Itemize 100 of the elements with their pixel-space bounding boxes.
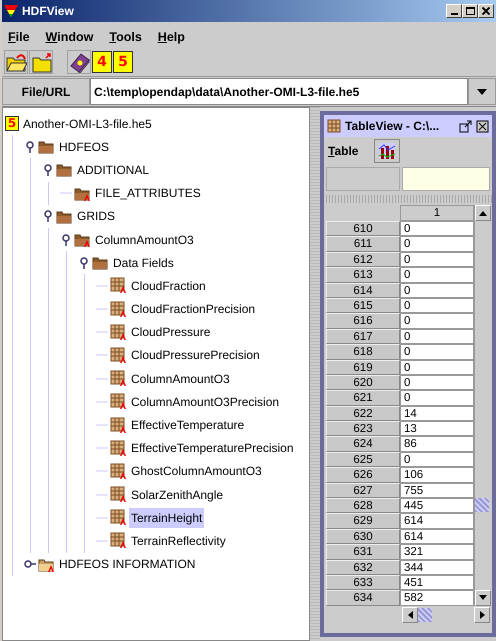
- row-header: 617: [326, 328, 400, 344]
- row-header: 612: [326, 252, 400, 268]
- menu-item[interactable]: Window: [46, 28, 94, 46]
- tree-item[interactable]: EffectiveTemperaturePrecision: [129, 438, 296, 458]
- file-url-button[interactable]: File/URL: [2, 78, 90, 105]
- menu-item[interactable]: Table: [328, 142, 358, 160]
- tree-item[interactable]: Data Fields: [111, 252, 176, 273]
- table-cell: 106: [400, 467, 474, 483]
- close-button[interactable]: [478, 4, 494, 18]
- down-arrow-icon: [479, 595, 487, 600]
- maximize-icon: [466, 7, 474, 15]
- tree-item[interactable]: CloudFraction: [129, 276, 208, 296]
- scroll-thumb[interactable]: [418, 608, 432, 622]
- chart-button[interactable]: [374, 139, 400, 163]
- menu-item[interactable]: Help: [158, 28, 185, 46]
- tree-item[interactable]: ADDITIONAL: [75, 160, 152, 180]
- tree-item[interactable]: ColumnAmountO3: [93, 230, 196, 250]
- row-header: 629: [326, 513, 400, 529]
- row-header: 622: [326, 406, 400, 422]
- table-cell: 86: [400, 436, 474, 452]
- right-arrow-icon: [480, 610, 484, 619]
- column-header: 1: [400, 205, 474, 221]
- row-header: 634: [326, 590, 400, 606]
- tree-item[interactable]: GhostColumnAmountO3: [129, 461, 264, 482]
- row-header: 614: [326, 282, 400, 298]
- close-icon[interactable]: [476, 120, 489, 132]
- help-book-icon: [68, 51, 90, 73]
- collapse-icon[interactable]: [42, 210, 54, 222]
- tree-item[interactable]: HDFEOS: [57, 136, 112, 157]
- tree-item[interactable]: TerrainReflectivity: [129, 530, 228, 551]
- table-cell: 0: [400, 344, 474, 360]
- row-header: 626: [326, 467, 400, 483]
- hdf-button[interactable]: 5: [113, 51, 133, 73]
- tree-item[interactable]: CloudFractionPrecision: [129, 299, 258, 320]
- table-cell: 344: [400, 560, 474, 575]
- table-cell: 614: [400, 513, 474, 529]
- tree-item[interactable]: CloudPressure: [129, 322, 212, 342]
- minimize-icon: [450, 13, 458, 15]
- dataset-icon: [110, 486, 127, 504]
- menu-item[interactable]: File: [8, 28, 30, 46]
- tree-item[interactable]: HDFEOS INFORMATION: [57, 554, 198, 574]
- row-header: 613: [326, 267, 400, 283]
- table-cell: 0: [400, 282, 474, 298]
- table-cell: 0: [400, 390, 474, 406]
- scroll-down-button[interactable]: [475, 590, 491, 606]
- cell-value-field[interactable]: [402, 167, 490, 191]
- folder-button[interactable]: [29, 50, 53, 74]
- table-cell: 0: [400, 328, 474, 344]
- table-cell: 451: [400, 574, 474, 590]
- tree-item[interactable]: TerrainHeight: [129, 508, 204, 528]
- dataset-icon: [110, 324, 127, 341]
- row-header: 623: [326, 421, 400, 436]
- dataset-icon: [110, 462, 127, 480]
- collapse-icon[interactable]: [78, 256, 90, 269]
- row-header: 631: [326, 544, 400, 560]
- row-header: 625: [326, 452, 400, 468]
- help-book-button[interactable]: [67, 50, 91, 74]
- row-header: 618: [326, 344, 400, 360]
- scroll-right-button[interactable]: [474, 606, 490, 623]
- tree-item[interactable]: CloudPressurePrecision: [129, 345, 262, 366]
- table-cell: 582: [400, 590, 474, 606]
- row-header: 620: [326, 374, 400, 390]
- table-cell: 614: [400, 528, 474, 544]
- maximize-button[interactable]: [462, 4, 478, 18]
- collapse-icon[interactable]: [60, 234, 72, 246]
- scroll-left-button[interactable]: [402, 606, 418, 623]
- row-header: 624: [326, 436, 400, 452]
- open-folder-button[interactable]: [4, 50, 28, 74]
- row-header: 616: [326, 313, 400, 329]
- table-cell: 321: [400, 544, 474, 560]
- url-field[interactable]: C:\temp\opendap\data\Another-OMI-L3-file.he5: [90, 78, 468, 105]
- tree-item[interactable]: GRIDS: [75, 206, 118, 226]
- tree-item[interactable]: ColumnAmountO3: [129, 368, 232, 389]
- menu-item[interactable]: Tools: [109, 28, 142, 46]
- hdf-button[interactable]: 4: [92, 51, 112, 73]
- tree-item[interactable]: FILE_ATTRIBUTES: [93, 183, 203, 204]
- minimize-button[interactable]: [446, 4, 462, 18]
- tree-item[interactable]: Another-OMI-L3-file.he5: [21, 114, 154, 134]
- left-arrow-icon: [408, 610, 412, 619]
- scroll-thumb[interactable]: [475, 498, 489, 512]
- detach-icon[interactable]: [459, 120, 472, 132]
- dataset-icon: [110, 300, 127, 318]
- row-header: 628: [326, 498, 400, 514]
- open-folder-icon: [5, 51, 27, 73]
- dataset-icon: [110, 416, 127, 434]
- tree-item[interactable]: SolarZenithAngle: [129, 484, 226, 505]
- dropdown-button[interactable]: [468, 78, 496, 105]
- chart-icon: [377, 141, 398, 161]
- row-header: 610: [326, 221, 400, 236]
- scroll-up-button[interactable]: [475, 205, 491, 221]
- collapse-icon[interactable]: [24, 140, 36, 153]
- expand-icon[interactable]: [24, 558, 36, 570]
- dataset-icon: [110, 346, 127, 364]
- tree-item[interactable]: ColumnAmountO3Precision: [129, 392, 282, 412]
- dataset-icon: [110, 532, 127, 550]
- collapse-icon[interactable]: [42, 164, 54, 176]
- tree-item[interactable]: EffectiveTemperature: [129, 415, 246, 436]
- row-header: 615: [326, 298, 400, 314]
- table-cell: 0: [400, 374, 474, 390]
- dataset-icon: [110, 393, 127, 410]
